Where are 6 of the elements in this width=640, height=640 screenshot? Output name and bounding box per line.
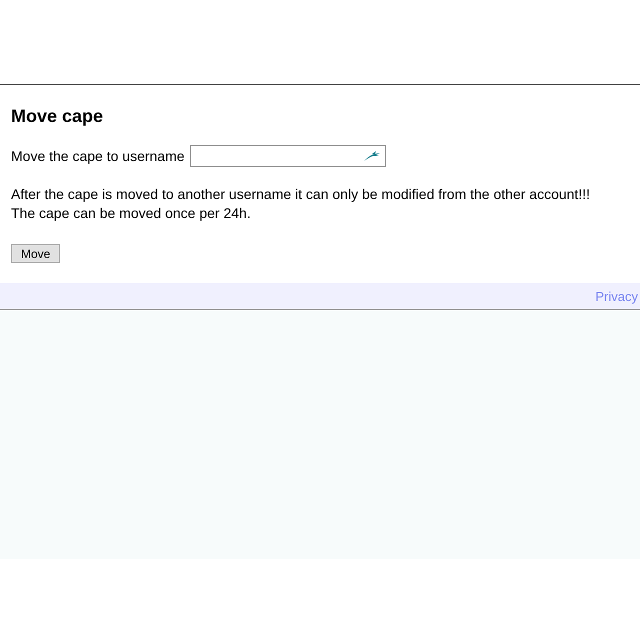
page-heading: Move cape <box>11 105 104 127</box>
username-label: Move the cape to username <box>11 148 185 164</box>
notice-text: After the cape is moved to another username it can only be modified from the other account!!! <box>11 185 591 204</box>
username-field[interactable] <box>190 145 386 167</box>
move-button[interactable]: Move <box>11 244 60 263</box>
notice-text: The cape can be moved once per 24h. <box>11 204 252 223</box>
